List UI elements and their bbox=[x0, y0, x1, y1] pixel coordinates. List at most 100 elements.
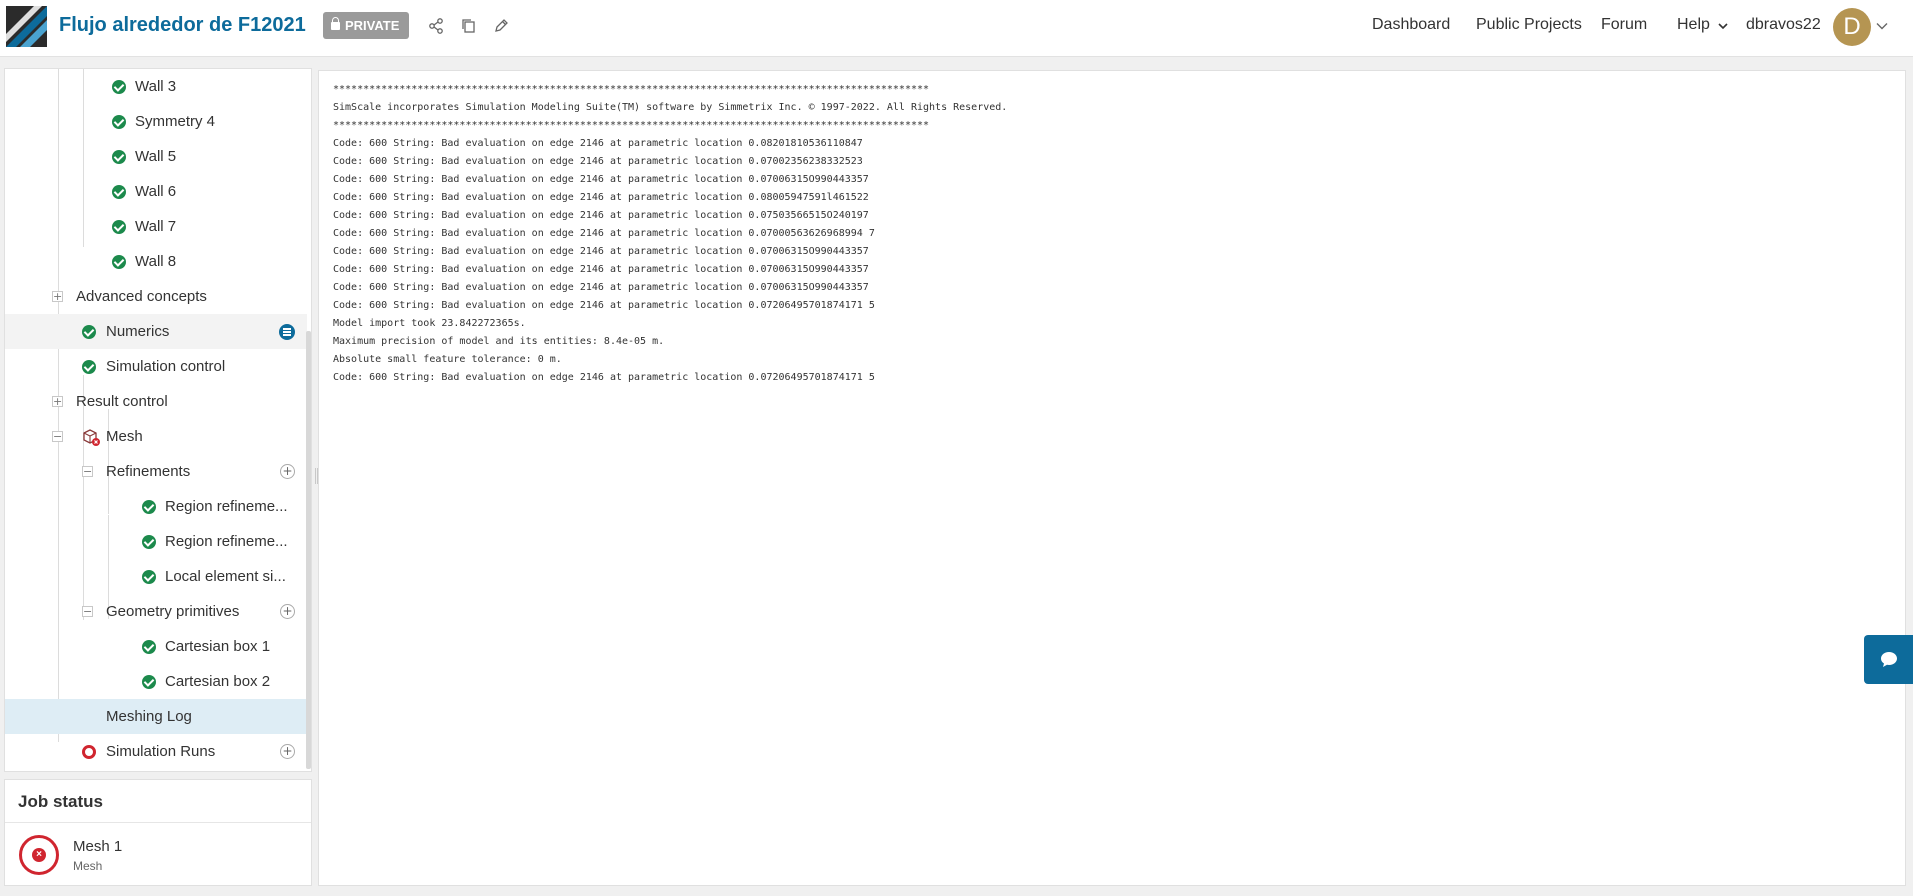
tree-item-label: Advanced concepts bbox=[76, 288, 207, 305]
tree-item-label: Wall 5 bbox=[135, 148, 177, 165]
tree-item-label: Refinements bbox=[106, 463, 191, 480]
tree-item-refinements[interactable]: − Refinements + bbox=[5, 454, 307, 489]
tree-item-advanced-concepts[interactable]: + Advanced concepts bbox=[5, 279, 307, 314]
tree-item-label: Simulation Runs bbox=[106, 743, 216, 760]
chevron-down-icon[interactable] bbox=[1876, 22, 1888, 30]
log-line: Absolute small feature tolerance: 0 m. bbox=[333, 354, 562, 365]
tree-scrollbar[interactable] bbox=[306, 331, 311, 769]
nav-public-projects[interactable]: Public Projects bbox=[1476, 16, 1582, 34]
username[interactable]: dbravos22 bbox=[1746, 16, 1821, 34]
tree-item-mesh[interactable]: − Mesh bbox=[5, 419, 307, 454]
simulation-tree-panel: Wall 3 Symmetry 4 Wall 5 Wall 6 Wall 7 W… bbox=[4, 68, 312, 772]
tree-item-label: Cartesian box 1 bbox=[165, 638, 271, 655]
copy-icon[interactable] bbox=[460, 17, 478, 35]
log-line: Code: 600 String: Bad evaluation on edge… bbox=[333, 228, 875, 239]
check-circle-icon bbox=[142, 535, 156, 549]
log-line: SimScale incorporates Simulation Modelin… bbox=[333, 102, 1008, 113]
log-line: Code: 600 String: Bad evaluation on edge… bbox=[333, 372, 875, 383]
private-label: PRIVATE bbox=[345, 18, 400, 33]
job-type: Mesh bbox=[73, 859, 103, 873]
tree-item-cartesian-box-1[interactable]: Cartesian box 1 bbox=[5, 629, 307, 664]
check-circle-icon bbox=[142, 640, 156, 654]
tree-item-wall-8[interactable]: Wall 8 bbox=[5, 244, 307, 279]
nav-help[interactable]: Help bbox=[1677, 16, 1710, 34]
expand-icon[interactable]: + bbox=[52, 396, 63, 407]
check-circle-icon bbox=[142, 675, 156, 689]
share-icon[interactable] bbox=[427, 17, 445, 35]
tree-item-label: Simulation control bbox=[106, 358, 226, 375]
mesh-error-icon bbox=[83, 429, 100, 446]
simscale-logo-icon[interactable] bbox=[6, 6, 47, 47]
check-circle-icon bbox=[112, 115, 126, 129]
tree-item-wall-5[interactable]: Wall 5 bbox=[5, 139, 307, 174]
job-status-header: Job status bbox=[5, 780, 311, 823]
tree-item-meshing-log[interactable]: Meshing Log bbox=[5, 699, 307, 734]
project-title[interactable]: Flujo alrededor de F12021 bbox=[59, 14, 306, 37]
tree-item-label: Mesh bbox=[106, 428, 143, 445]
check-circle-icon bbox=[112, 255, 126, 269]
nav-forum[interactable]: Forum bbox=[1601, 16, 1647, 34]
collapse-icon[interactable]: − bbox=[52, 431, 63, 442]
collapse-icon[interactable]: − bbox=[82, 606, 93, 617]
context-menu-icon[interactable] bbox=[279, 324, 295, 340]
tree-item-cartesian-box-2[interactable]: Cartesian box 2 bbox=[5, 664, 307, 699]
chevron-down-icon[interactable] bbox=[1718, 22, 1728, 30]
expand-icon[interactable]: + bbox=[52, 291, 63, 302]
check-circle-icon bbox=[112, 150, 126, 164]
tree-item-local-element-size[interactable]: Local element si... bbox=[5, 559, 307, 594]
chat-button[interactable] bbox=[1864, 635, 1913, 684]
edit-icon[interactable] bbox=[492, 17, 510, 35]
job-failed-icon: × bbox=[19, 835, 59, 875]
tree-item-label: Wall 3 bbox=[135, 78, 177, 95]
nav-dashboard[interactable]: Dashboard bbox=[1372, 16, 1450, 34]
log-line: Code: 600 String: Bad evaluation on edge… bbox=[333, 246, 869, 257]
log-line: Model import took 23.842272365s. bbox=[333, 318, 526, 329]
tree-item-label: Symmetry 4 bbox=[135, 113, 216, 130]
tree-item-label: Numerics bbox=[106, 323, 170, 340]
meshing-log-panel: ****************************************… bbox=[318, 70, 1906, 886]
tree-item-numerics[interactable]: Numerics bbox=[5, 314, 307, 349]
meshing-log-output: ****************************************… bbox=[333, 81, 1007, 387]
log-line: Code: 600 String: Bad evaluation on edge… bbox=[333, 138, 863, 149]
log-line: ****************************************… bbox=[333, 120, 930, 131]
tree-item-label: Local element si... bbox=[165, 568, 286, 585]
private-badge: PRIVATE bbox=[323, 12, 410, 39]
add-icon[interactable]: + bbox=[280, 744, 295, 759]
job-status-title: Job status bbox=[18, 792, 104, 811]
tree-item-label: Wall 7 bbox=[135, 218, 177, 235]
add-icon[interactable]: + bbox=[280, 604, 295, 619]
error-circle-icon bbox=[82, 745, 96, 759]
tree-item-label: Wall 8 bbox=[135, 253, 177, 270]
job-name[interactable]: Mesh 1 bbox=[73, 838, 122, 855]
tree-item-simulation-runs[interactable]: Simulation Runs + bbox=[5, 734, 307, 769]
check-circle-icon bbox=[142, 500, 156, 514]
check-circle-icon bbox=[142, 570, 156, 584]
tree-item-region-refinement-1[interactable]: Region refineme... bbox=[5, 489, 307, 524]
tree-item-result-control[interactable]: + Result control bbox=[5, 384, 307, 419]
tree-item-label: Region refineme... bbox=[165, 533, 288, 550]
add-icon[interactable]: + bbox=[280, 464, 295, 479]
check-circle-icon bbox=[112, 80, 126, 94]
tree-item-wall-7[interactable]: Wall 7 bbox=[5, 209, 307, 244]
chat-bubble-icon bbox=[1881, 652, 1897, 667]
tree-item-region-refinement-2[interactable]: Region refineme... bbox=[5, 524, 307, 559]
lock-icon bbox=[331, 17, 340, 30]
avatar[interactable]: D bbox=[1833, 8, 1871, 46]
log-line: Code: 600 String: Bad evaluation on edge… bbox=[333, 192, 869, 203]
tree-item-wall-6[interactable]: Wall 6 bbox=[5, 174, 307, 209]
tree-item-wall-3[interactable]: Wall 3 bbox=[5, 69, 307, 104]
tree-item-simulation-control[interactable]: Simulation control bbox=[5, 349, 307, 384]
log-line: ****************************************… bbox=[333, 84, 930, 95]
tree-item-label: Result control bbox=[76, 393, 168, 410]
tree-item-geometry-primitives[interactable]: − Geometry primitives + bbox=[5, 594, 307, 629]
tree-item-symmetry-4[interactable]: Symmetry 4 bbox=[5, 104, 307, 139]
top-navigation-bar: Flujo alrededor de F12021 PRIVATE Dashbo… bbox=[0, 0, 1913, 57]
check-circle-icon bbox=[112, 185, 126, 199]
collapse-icon[interactable]: − bbox=[82, 466, 93, 477]
tree-item-label: Cartesian box 2 bbox=[165, 673, 271, 690]
check-circle-icon bbox=[112, 220, 126, 234]
check-circle-icon bbox=[82, 360, 96, 374]
log-line: Code: 600 String: Bad evaluation on edge… bbox=[333, 264, 869, 275]
job-status-panel: Job status × Mesh 1 Mesh bbox=[4, 779, 312, 886]
log-line: Code: 600 String: Bad evaluation on edge… bbox=[333, 210, 869, 221]
